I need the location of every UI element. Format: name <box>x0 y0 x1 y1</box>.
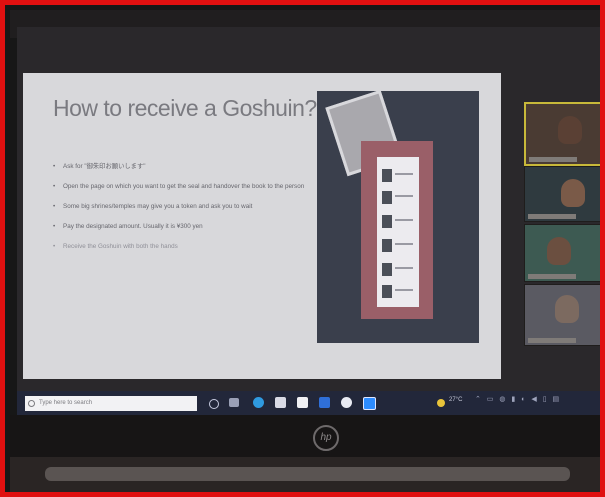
slide-bullet: Ask for "御朱印お願いします" <box>53 163 311 171</box>
laptop-screen: How to receive a Goshuin? Ask for "御朱印お願… <box>17 27 600 415</box>
window-title <box>25 33 145 51</box>
participant-tile[interactable] <box>524 102 600 166</box>
slide-photo <box>317 91 479 343</box>
photo-goshuin-book <box>377 157 419 307</box>
edge-icon[interactable] <box>253 397 264 408</box>
task-view-icon[interactable] <box>229 398 239 407</box>
weather-icon <box>437 399 445 407</box>
search-placeholder: Type here to search <box>39 400 93 406</box>
slide-bullet: Some big shrines/temples may give you a … <box>53 203 311 211</box>
participant-tile[interactable] <box>524 284 600 346</box>
participant-name <box>528 338 576 343</box>
zoom-icon[interactable] <box>363 397 376 410</box>
slide-bullet-list: Ask for "御朱印お願いします" Open the page on whi… <box>53 163 311 263</box>
file-explorer-icon[interactable] <box>275 397 286 408</box>
photo-frame: How to receive a Goshuin? Ask for "御朱印お願… <box>0 0 605 497</box>
laptop-hinge-highlight <box>45 467 570 481</box>
word-icon[interactable] <box>319 397 330 408</box>
store-icon[interactable] <box>297 397 308 408</box>
participant-name <box>528 274 576 279</box>
slide-bullet: Open the page on which you want to get t… <box>53 183 311 191</box>
tray-temperature: 27°C <box>449 397 463 403</box>
participant-name <box>529 157 577 162</box>
participant-video <box>547 237 571 265</box>
participant-tile[interactable] <box>524 166 600 222</box>
taskbar: Type here to search 27°C ⌃ ▭ ◍ ▮ ◐ ◀ ▯ ▤ <box>17 391 600 415</box>
participant-name <box>528 214 576 219</box>
slide-title: How to receive a Goshuin? <box>53 95 317 121</box>
participant-video <box>558 116 582 144</box>
participant-video <box>555 295 579 323</box>
participant-tile[interactable] <box>524 224 600 282</box>
presentation-slide: How to receive a Goshuin? Ask for "御朱印お願… <box>23 73 501 379</box>
hp-logo: hp <box>313 425 339 451</box>
slide-bullet: Receive the Goshuin with both the hands <box>53 243 311 251</box>
participant-video <box>561 179 585 207</box>
tray-icons[interactable]: ⌃ ▭ ◍ ▮ ◐ ◀ ▯ ▤ <box>475 396 561 403</box>
slide-bullet: Pay the designated amount. Usually it is… <box>53 223 311 231</box>
cortana-icon[interactable] <box>209 399 219 409</box>
search-icon <box>28 400 35 407</box>
taskbar-search-input[interactable]: Type here to search <box>25 396 197 411</box>
chrome-icon[interactable] <box>341 397 352 408</box>
